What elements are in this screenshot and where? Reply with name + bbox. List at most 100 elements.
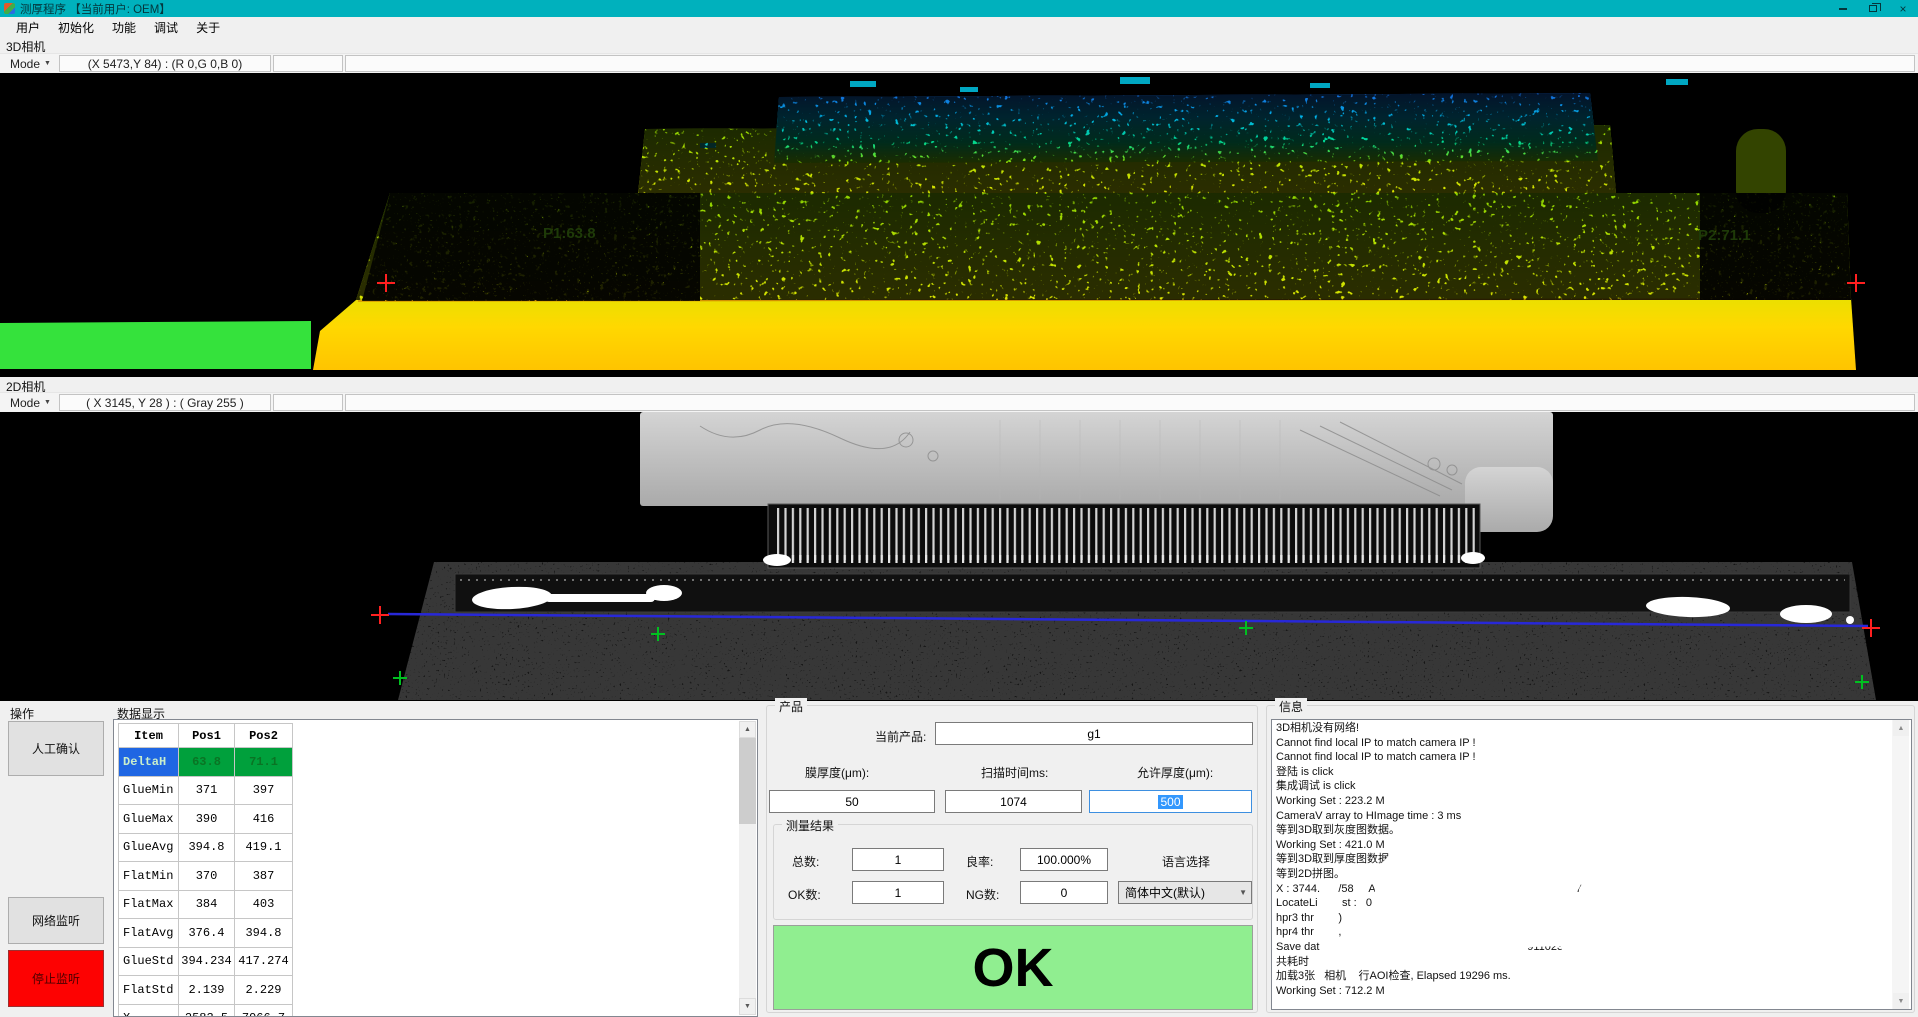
close-button[interactable]: × [1888,0,1918,17]
film-thickness-field[interactable]: 50 [769,790,935,813]
camera3d-mode-button[interactable]: Mode ▼ [4,55,57,72]
table-scrollbar[interactable]: ▲ ▼ [739,721,756,1015]
3d-green-strip [0,321,311,369]
cell-pos1: 394.8 [179,833,235,862]
log-line: 加载3张 相机 行AOI检查, Elapsed 19296 ms. [1276,969,1891,984]
results-groupbox: 测量结果 总数: 1 良率: 100.000% 语言选择 OK数: 1 NG数:… [773,824,1253,920]
cell-pos2: 7966.7 [235,1004,293,1017]
current-product-field[interactable]: g1 [935,722,1253,745]
2d-pcb [640,412,1553,506]
product-label: 产品 [775,698,807,715]
product-groupbox: 产品 当前产品: g1 膜厚度(μm): 扫描时间ms: 允许厚度(μm): 5… [766,705,1258,1013]
cell-pos1: 376.4 [179,919,235,948]
current-product-label: 当前产品: [875,728,926,745]
2d-pins [775,508,1475,560]
cell-pos1: 370 [179,862,235,891]
cell-item: X [119,1004,179,1017]
cell-pos1: 394.234 [179,947,235,976]
app-icon [4,3,15,14]
column-header-item: Item [119,724,179,748]
ng-count-label: NG数: [966,886,999,903]
scroll-up-icon[interactable]: ▲ [1893,720,1909,736]
yield-label: 良率: [966,853,993,870]
cell-pos1: 2583.5 [179,1004,235,1017]
menu-item[interactable]: 初始化 [49,17,103,38]
ng-count-field[interactable]: 0 [1020,881,1108,904]
total-label: 总数: [792,853,819,870]
table-row[interactable]: GlueAvg 394.8 419.1 [119,833,293,862]
language-value: 简体中文(默认) [1125,884,1205,901]
camera2d-status-cell [273,394,343,411]
language-select-label: 语言选择 [1162,853,1210,870]
scroll-down-icon[interactable]: ▼ [1893,993,1909,1009]
table-row[interactable]: DeltaH 63.8 71.1 [119,748,293,777]
film-thickness-label: 膜厚度(μm): [805,764,869,781]
menu-item[interactable]: 功能 [103,17,145,38]
scroll-up-icon[interactable]: ▲ [739,721,756,738]
cell-pos2: 71.1 [235,748,293,777]
table-row[interactable]: FlatAvg 376.4 394.8 [119,919,293,948]
table-row[interactable]: FlatMin 370 387 [119,862,293,891]
table-row[interactable]: GlueMin 371 397 [119,776,293,805]
camera2d-status-cell [345,394,1915,411]
allow-thickness-label: 允许厚度(μm): [1137,764,1213,781]
log-line: 等到3D取到灰度图数据。 [1276,823,1891,838]
selected-text: 500 [1158,795,1182,809]
total-field[interactable]: 1 [852,848,944,871]
table-row[interactable]: GlueMax 390 416 [119,805,293,834]
cell-pos1: 371 [179,776,235,805]
camera2d-view[interactable] [0,412,1918,701]
ok-count-field[interactable]: 1 [852,881,944,904]
cell-item: GlueAvg [119,833,179,862]
scan-time-field[interactable]: 1074 [945,790,1082,813]
application-window: 测厚程序 【当前用户: OEM】 × 用户初始化功能调试关于 3D相机 Mode… [0,0,1918,1017]
table-row[interactable]: FlatMax 384 403 [119,890,293,919]
allow-thickness-field[interactable]: 500 [1089,790,1252,813]
log-line: Working Set : 223.2 M [1276,794,1891,809]
result-status-panel: OK [773,925,1253,1010]
column-header-pos2: Pos2 [235,724,293,748]
camera2d-mode-button[interactable]: Mode ▼ [4,394,57,411]
log-line: Cannot find local IP to match camera IP … [1276,736,1891,751]
menu-item[interactable]: 关于 [187,17,229,38]
table-row[interactable]: X 2583.5 7966.7 [119,1004,293,1017]
manual-confirm-button[interactable]: 人工确认 [8,721,104,776]
scroll-down-icon[interactable]: ▼ [739,998,756,1015]
cell-pos1: 384 [179,890,235,919]
3d-bottom-slab [313,298,1856,370]
cell-pos2: 416 [235,805,293,834]
language-combobox[interactable]: 简体中文(默认) ▼ [1118,881,1252,904]
cell-item: FlatAvg [119,919,179,948]
log-scrollbar[interactable]: ▲ ▼ [1892,720,1909,1009]
stop-listen-button[interactable]: 停止监听 [8,950,104,1007]
yield-field[interactable]: 100.000% [1020,848,1108,871]
2d-grayscale-image [0,412,1918,701]
maximize-button[interactable] [1858,0,1888,17]
maximize-icon [1869,5,1877,12]
camera2d-pixel-readout: ( X 3145, Y 28 ) : ( Gray 255 ) [59,394,271,411]
chevron-down-icon: ▼ [44,399,51,406]
log-area[interactable]: 3D相机没有网络!Cannot find local IP to match c… [1271,719,1912,1010]
scrollbar-thumb[interactable] [739,738,756,824]
log-line: 登陆 is click [1276,765,1891,780]
info-groupbox: 信息 3D相机没有网络!Cannot find local IP to matc… [1266,705,1915,1013]
log-line: X : 3744. /58 Angle : -0.279, Score : 0.… [1276,882,1891,897]
log-line: Working Set : 421.0 M [1276,838,1891,853]
log-line: 共耗时 [1276,955,1891,970]
cell-item: GlueMax [119,805,179,834]
camera3d-view[interactable]: P1:63.8 P2:71.1 [0,73,1918,377]
table-row[interactable]: GlueStd 394.234 417.274 [119,947,293,976]
menu-item[interactable]: 调试 [145,17,187,38]
cell-pos2: 397 [235,776,293,805]
minimize-button[interactable] [1828,0,1858,17]
2d-glint-right [1461,552,1485,564]
camera3d-toolbar: Mode ▼ (X 5473,Y 84) : (R 0,G 0,B 0) [0,53,1918,73]
menu-item[interactable]: 用户 [7,17,49,38]
table-row[interactable]: FlatStd 2.139 2.229 [119,976,293,1005]
p2-annotation: P2:71.1 [1698,227,1751,244]
data-table-panel: Item Pos1 Pos2 DeltaH 63.8 71.1 GlueMin … [113,719,758,1017]
network-listen-button[interactable]: 网络监听 [8,897,104,944]
log-line: 集成调试 is click [1276,779,1891,794]
log-line: 等到3D取到厚度图数据。 [1276,852,1891,867]
results-label: 测量结果 [782,817,838,834]
